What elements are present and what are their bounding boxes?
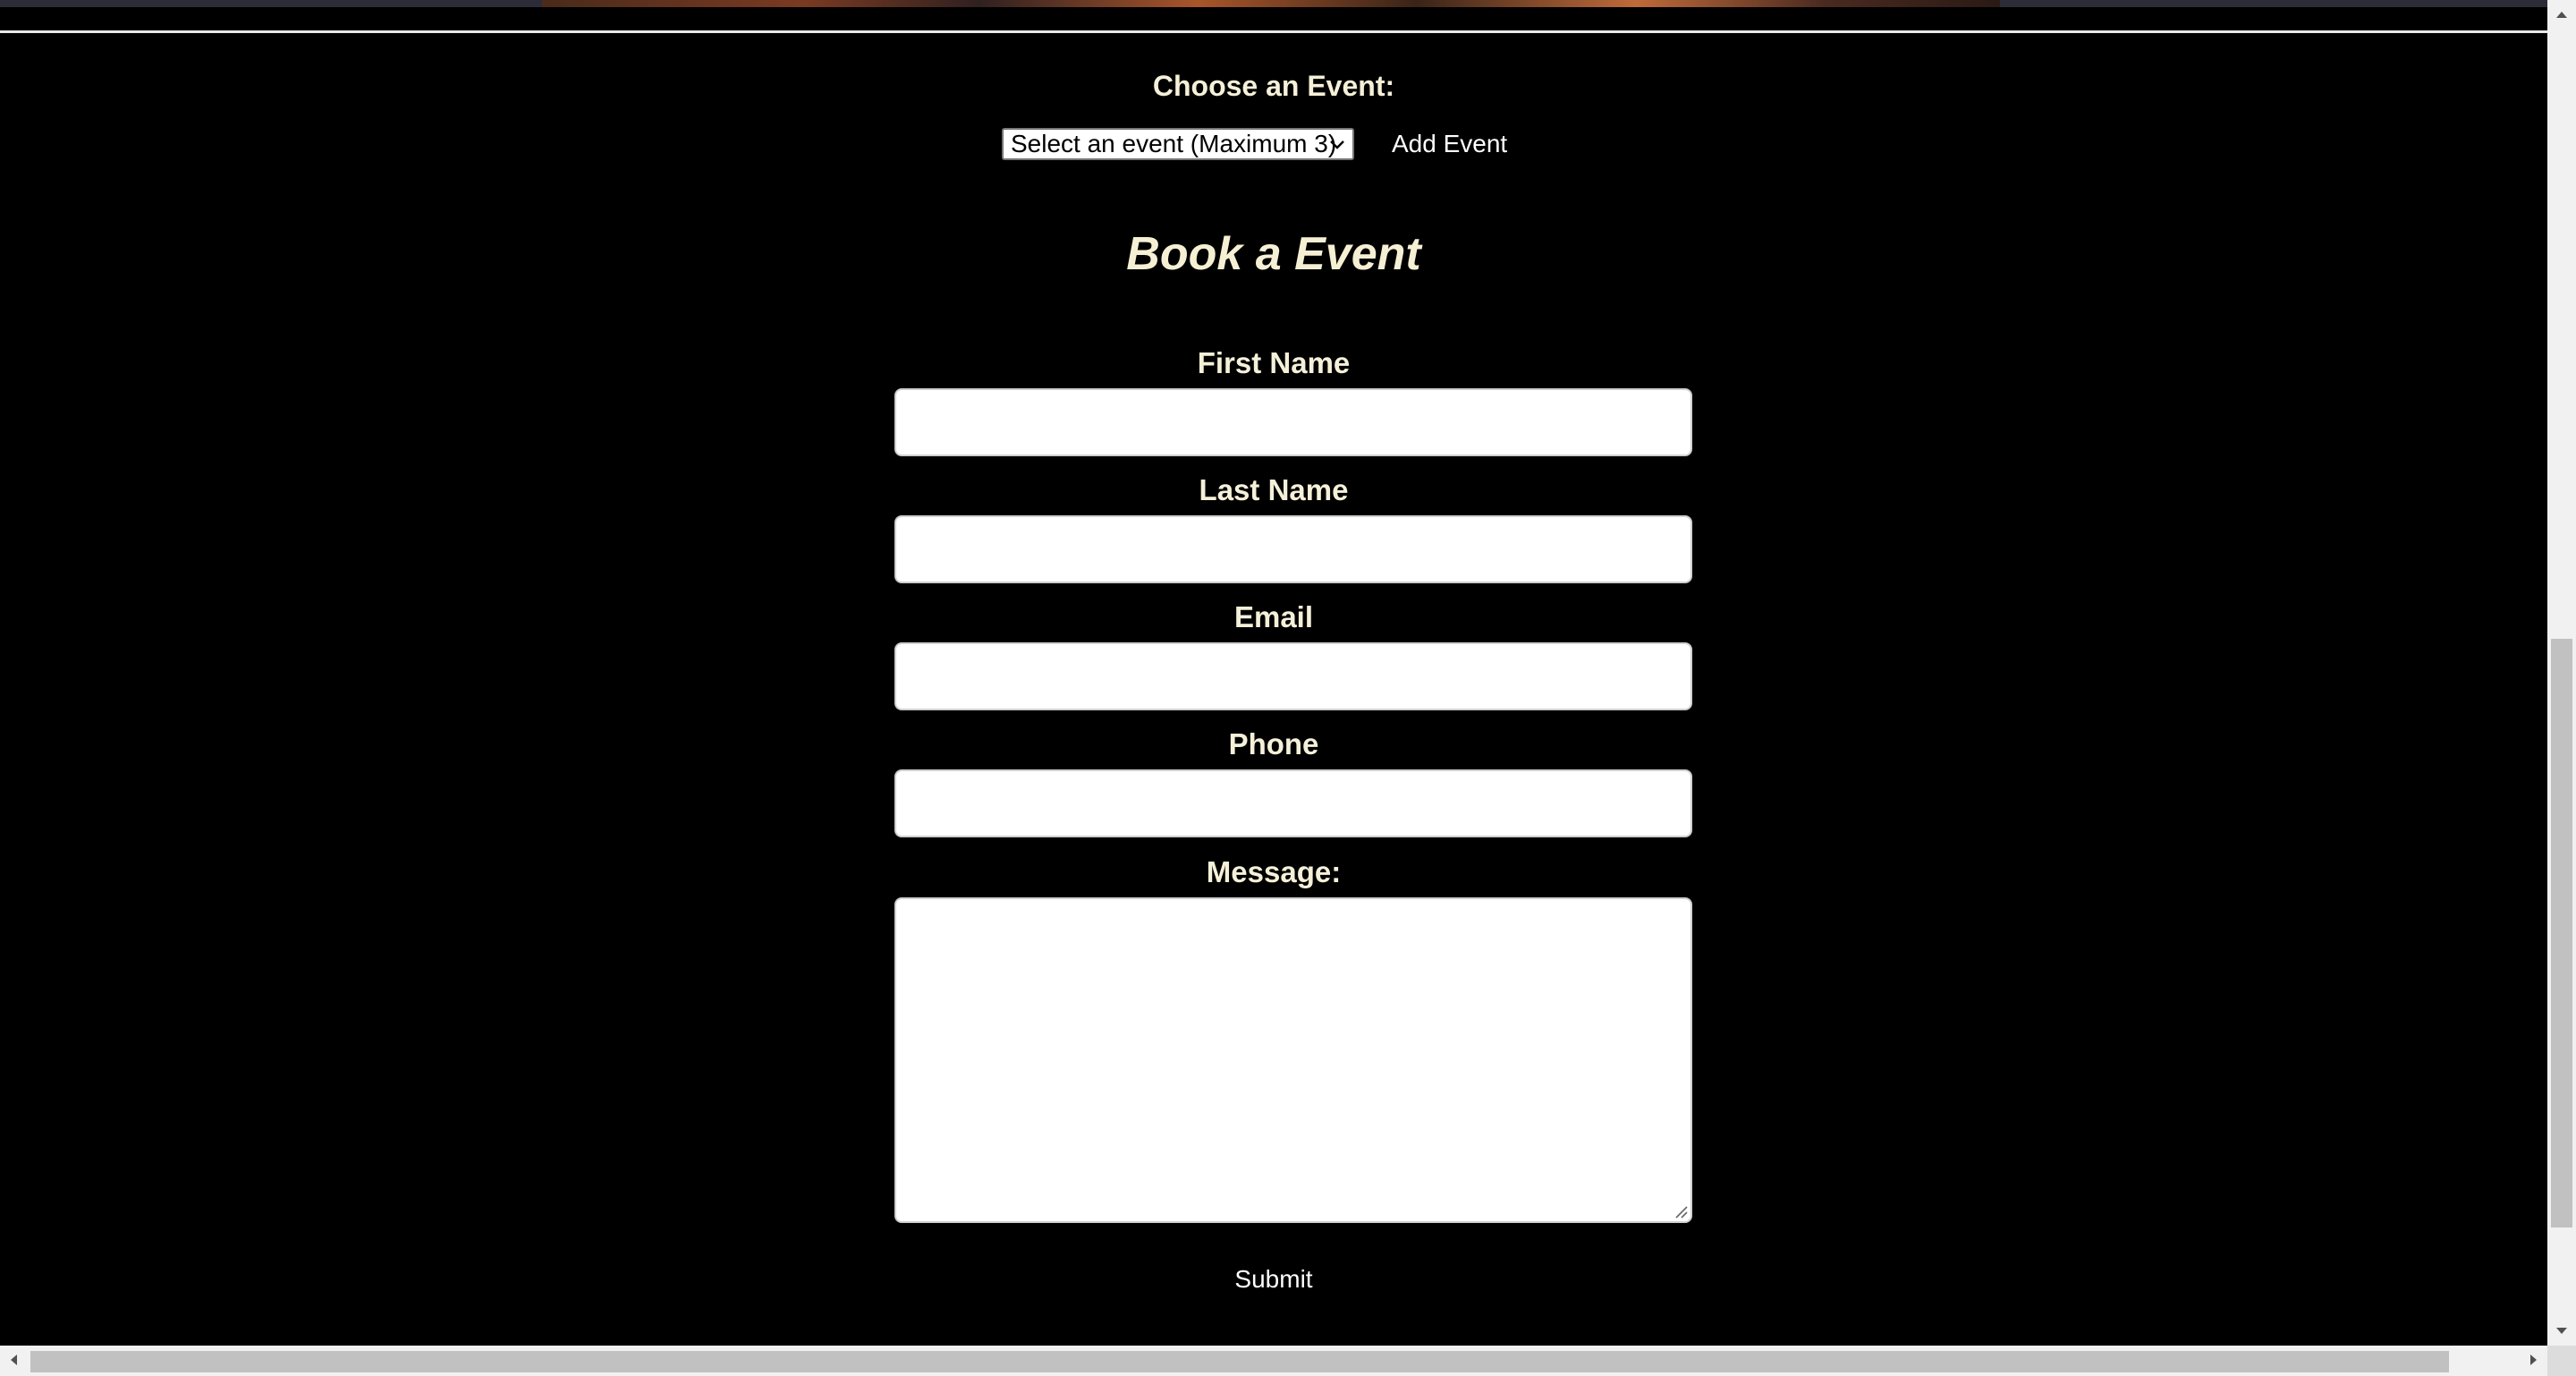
divider — [0, 30, 2547, 33]
last-name-input[interactable] — [894, 515, 1692, 583]
scrollbar-corner — [2547, 1346, 2576, 1376]
horizontal-scrollbar[interactable] — [0, 1346, 2547, 1376]
resize-handle-icon[interactable] — [1673, 1203, 1689, 1219]
email-label: Email — [1233, 600, 1314, 633]
scroll-right-icon[interactable] — [2519, 1346, 2547, 1376]
chevron-down-icon — [1329, 134, 1345, 161]
scroll-down-icon[interactable] — [2547, 1317, 2576, 1346]
first-name-input[interactable] — [894, 388, 1692, 456]
last-name-label: Last Name — [1199, 473, 1349, 506]
scroll-up-icon[interactable] — [2547, 0, 2576, 29]
email-input[interactable] — [894, 642, 1692, 710]
choose-event-heading: Choose an Event: — [1152, 70, 1395, 102]
phone-input[interactable] — [894, 769, 1692, 837]
message-textarea[interactable] — [894, 897, 1692, 1223]
event-select[interactable]: Select an event (Maximum 3) — [1002, 128, 1354, 160]
event-select-value: Select an event (Maximum 3) — [1011, 130, 1337, 157]
submit-button[interactable]: Submit — [1199, 1261, 1349, 1297]
vertical-scrollbar[interactable] — [2547, 0, 2576, 1346]
horizontal-scroll-thumb[interactable] — [30, 1351, 2449, 1372]
message-label: Message: — [1206, 855, 1342, 888]
page-viewport: Choose an Event: Select an event (Maximu… — [0, 0, 2547, 1346]
vertical-scroll-thumb[interactable] — [2551, 639, 2572, 1227]
scroll-left-icon[interactable] — [0, 1346, 29, 1376]
hero-image — [542, 0, 2000, 7]
add-event-button[interactable]: Add Event — [1392, 125, 1517, 163]
phone-label: Phone — [1228, 727, 1319, 760]
form-title: Book a Event — [1126, 228, 1421, 280]
header-strip — [0, 0, 2547, 7]
first-name-label: First Name — [1197, 346, 1351, 379]
